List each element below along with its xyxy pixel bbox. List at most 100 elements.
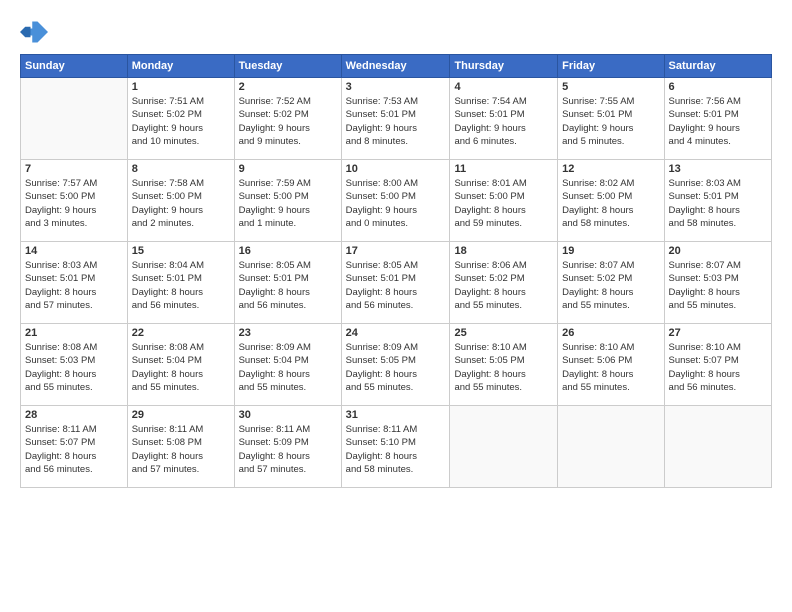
day-number: 17	[346, 245, 446, 257]
day-cell: 18 Sunrise: 8:06 AM Sunset: 5:02 PM Dayli…	[450, 242, 558, 324]
day-info: Sunrise: 8:03 AM Sunset: 5:01 PM Dayligh…	[669, 177, 767, 230]
day-number: 27	[669, 327, 767, 339]
day-cell: 1 Sunrise: 7:51 AM Sunset: 5:02 PM Daylig…	[127, 78, 234, 160]
day-cell: 10Sunrise: 8:00 AM Sunset: 5:00 PM Dayli…	[341, 160, 450, 242]
day-info: Sunrise: 8:01 AM Sunset: 5:00 PM Dayligh…	[454, 177, 553, 230]
day-info: Sunrise: 8:10 AM Sunset: 5:07 PM Dayligh…	[669, 341, 767, 394]
day-cell	[450, 406, 558, 488]
weekday-header-row: SundayMondayTuesdayWednesdayThursdayFrid…	[21, 55, 772, 78]
day-number: 16	[239, 245, 337, 257]
day-info: Sunrise: 8:06 AM Sunset: 5:02 PM Dayligh…	[454, 259, 553, 312]
day-cell: 20 Sunrise: 8:07 AM Sunset: 5:03 PM Dayli…	[664, 242, 771, 324]
week-row-5: 28 Sunrise: 8:11 AM Sunset: 5:07 PM Dayli…	[21, 406, 772, 488]
day-number: 30	[239, 409, 337, 421]
day-cell: 17 Sunrise: 8:05 AM Sunset: 5:01 PM Dayli…	[341, 242, 450, 324]
weekday-header-monday: Monday	[127, 55, 234, 78]
day-number: 29	[132, 409, 230, 421]
day-info: Sunrise: 8:05 AM Sunset: 5:01 PM Dayligh…	[346, 259, 446, 312]
calendar-table: SundayMondayTuesdayWednesdayThursdayFrid…	[20, 54, 772, 488]
day-number: 22	[132, 327, 230, 339]
day-cell	[664, 406, 771, 488]
header	[20, 18, 772, 46]
weekday-header-sunday: Sunday	[21, 55, 128, 78]
weekday-header-saturday: Saturday	[664, 55, 771, 78]
day-cell: 11 Sunrise: 8:01 AM Sunset: 5:00 PM Dayli…	[450, 160, 558, 242]
day-cell: 22 Sunrise: 8:08 AM Sunset: 5:04 PM Dayli…	[127, 324, 234, 406]
day-info: Sunrise: 7:55 AM Sunset: 5:01 PM Dayligh…	[562, 95, 659, 148]
day-cell	[558, 406, 664, 488]
week-row-2: 7 Sunrise: 7:57 AM Sunset: 5:00 PM Daylig…	[21, 160, 772, 242]
day-cell: 16 Sunrise: 8:05 AM Sunset: 5:01 PM Dayli…	[234, 242, 341, 324]
day-cell: 6 Sunrise: 7:56 AM Sunset: 5:01 PM Daylig…	[664, 78, 771, 160]
day-number: 20	[669, 245, 767, 257]
day-info: Sunrise: 8:09 AM Sunset: 5:04 PM Dayligh…	[239, 341, 337, 394]
day-info: Sunrise: 8:10 AM Sunset: 5:05 PM Dayligh…	[454, 341, 553, 394]
day-info: Sunrise: 8:07 AM Sunset: 5:02 PM Dayligh…	[562, 259, 659, 312]
day-cell: 13 Sunrise: 8:03 AM Sunset: 5:01 PM Dayli…	[664, 160, 771, 242]
day-cell: 9Sunrise: 7:59 AM Sunset: 5:00 PM Daylig…	[234, 160, 341, 242]
day-info: Sunrise: 8:02 AM Sunset: 5:00 PM Dayligh…	[562, 177, 659, 230]
day-cell: 24Sunrise: 8:09 AM Sunset: 5:05 PM Dayli…	[341, 324, 450, 406]
logo	[20, 18, 52, 46]
day-cell: 30 Sunrise: 8:11 AM Sunset: 5:09 PM Dayli…	[234, 406, 341, 488]
day-number: 21	[25, 327, 123, 339]
day-info: Sunrise: 8:11 AM Sunset: 5:09 PM Dayligh…	[239, 423, 337, 476]
day-info: Sunrise: 7:58 AM Sunset: 5:00 PM Dayligh…	[132, 177, 230, 230]
day-cell: 19 Sunrise: 8:07 AM Sunset: 5:02 PM Dayli…	[558, 242, 664, 324]
day-info: Sunrise: 8:08 AM Sunset: 5:04 PM Dayligh…	[132, 341, 230, 394]
day-cell: 2 Sunrise: 7:52 AM Sunset: 5:02 PM Daylig…	[234, 78, 341, 160]
day-number: 15	[132, 245, 230, 257]
day-cell: 4Sunrise: 7:54 AM Sunset: 5:01 PM Daylig…	[450, 78, 558, 160]
day-cell: 3 Sunrise: 7:53 AM Sunset: 5:01 PM Daylig…	[341, 78, 450, 160]
day-number: 14	[25, 245, 123, 257]
day-cell: 25 Sunrise: 8:10 AM Sunset: 5:05 PM Dayli…	[450, 324, 558, 406]
day-cell: 31Sunrise: 8:11 AM Sunset: 5:10 PM Dayli…	[341, 406, 450, 488]
day-cell: 8 Sunrise: 7:58 AM Sunset: 5:00 PM Daylig…	[127, 160, 234, 242]
day-cell: 29 Sunrise: 8:11 AM Sunset: 5:08 PM Dayli…	[127, 406, 234, 488]
day-number: 25	[454, 327, 553, 339]
week-row-4: 21 Sunrise: 8:08 AM Sunset: 5:03 PM Dayli…	[21, 324, 772, 406]
day-info: Sunrise: 8:00 AM Sunset: 5:00 PM Dayligh…	[346, 177, 446, 230]
day-number: 8	[132, 163, 230, 175]
day-cell: 28 Sunrise: 8:11 AM Sunset: 5:07 PM Dayli…	[21, 406, 128, 488]
day-info: Sunrise: 8:08 AM Sunset: 5:03 PM Dayligh…	[25, 341, 123, 394]
day-number: 2	[239, 81, 337, 93]
day-info: Sunrise: 8:05 AM Sunset: 5:01 PM Dayligh…	[239, 259, 337, 312]
day-info: Sunrise: 7:51 AM Sunset: 5:02 PM Dayligh…	[132, 95, 230, 148]
day-info: Sunrise: 8:11 AM Sunset: 5:07 PM Dayligh…	[25, 423, 123, 476]
day-number: 13	[669, 163, 767, 175]
weekday-header-thursday: Thursday	[450, 55, 558, 78]
day-number: 18	[454, 245, 553, 257]
day-number: 3	[346, 81, 446, 93]
day-info: Sunrise: 8:07 AM Sunset: 5:03 PM Dayligh…	[669, 259, 767, 312]
day-number: 23	[239, 327, 337, 339]
day-number: 1	[132, 81, 230, 93]
day-info: Sunrise: 7:57 AM Sunset: 5:00 PM Dayligh…	[25, 177, 123, 230]
day-cell: 14 Sunrise: 8:03 AM Sunset: 5:01 PM Dayli…	[21, 242, 128, 324]
day-cell: 23 Sunrise: 8:09 AM Sunset: 5:04 PM Dayli…	[234, 324, 341, 406]
day-info: Sunrise: 8:03 AM Sunset: 5:01 PM Dayligh…	[25, 259, 123, 312]
day-number: 11	[454, 163, 553, 175]
day-cell: 26Sunrise: 8:10 AM Sunset: 5:06 PM Dayli…	[558, 324, 664, 406]
day-number: 6	[669, 81, 767, 93]
week-row-1: 1 Sunrise: 7:51 AM Sunset: 5:02 PM Daylig…	[21, 78, 772, 160]
weekday-header-wednesday: Wednesday	[341, 55, 450, 78]
day-cell: 21 Sunrise: 8:08 AM Sunset: 5:03 PM Dayli…	[21, 324, 128, 406]
day-info: Sunrise: 7:52 AM Sunset: 5:02 PM Dayligh…	[239, 95, 337, 148]
day-info: Sunrise: 7:59 AM Sunset: 5:00 PM Dayligh…	[239, 177, 337, 230]
day-info: Sunrise: 8:11 AM Sunset: 5:08 PM Dayligh…	[132, 423, 230, 476]
logo-icon	[20, 18, 48, 46]
day-number: 28	[25, 409, 123, 421]
day-number: 7	[25, 163, 123, 175]
day-number: 26	[562, 327, 659, 339]
day-info: Sunrise: 7:56 AM Sunset: 5:01 PM Dayligh…	[669, 95, 767, 148]
day-cell: 12 Sunrise: 8:02 AM Sunset: 5:00 PM Dayli…	[558, 160, 664, 242]
day-info: Sunrise: 7:53 AM Sunset: 5:01 PM Dayligh…	[346, 95, 446, 148]
day-number: 19	[562, 245, 659, 257]
page: SundayMondayTuesdayWednesdayThursdayFrid…	[0, 0, 792, 612]
day-number: 12	[562, 163, 659, 175]
day-cell	[21, 78, 128, 160]
weekday-header-friday: Friday	[558, 55, 664, 78]
day-number: 24	[346, 327, 446, 339]
day-number: 5	[562, 81, 659, 93]
